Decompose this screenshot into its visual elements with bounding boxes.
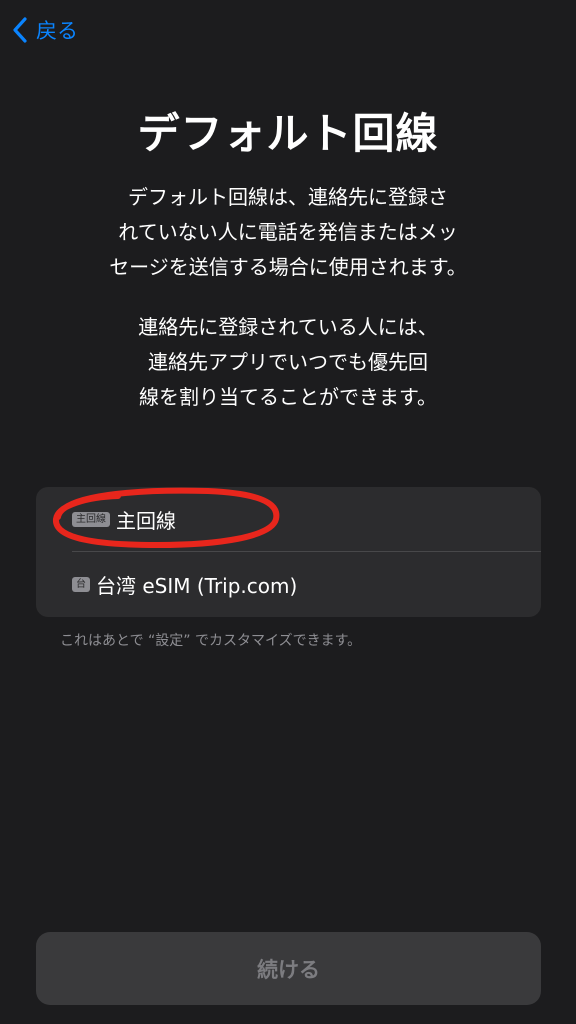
line-options-list: 主回線 主回線 台 台湾 eSIM (Trip.com): [36, 487, 541, 617]
sim-badge-icon: 主回線: [72, 512, 110, 527]
description-line: セージを送信する場合に使用されます。: [109, 255, 467, 279]
chevron-left-icon: [12, 16, 28, 44]
page-title: デフォルト回線: [137, 109, 439, 158]
description-line: れていない人に電話を発信またはメッ: [118, 220, 458, 244]
description-line: 線を割り当てることができます。: [139, 385, 437, 409]
sim-badge-icon: 台: [72, 577, 90, 592]
back-button[interactable]: 戻る: [12, 12, 78, 48]
line-option-primary[interactable]: 主回線 主回線: [36, 487, 541, 552]
line-option-label: 主回線: [116, 509, 176, 533]
description-paragraph-1: デフォルト回線は、連絡先に登録さ れていない人に電話を発信またはメッ セージを送…: [70, 180, 506, 285]
line-option-taiwan-esim[interactable]: 台 台湾 eSIM (Trip.com): [36, 552, 541, 617]
description-line: デフォルト回線は、連絡先に登録さ: [128, 185, 448, 209]
description-paragraph-2: 連絡先に登録されている人には、 連絡先アプリでいつでも優先回 線を割り当てること…: [70, 310, 506, 415]
line-option-label: 台湾 eSIM (Trip.com): [96, 574, 298, 598]
continue-button[interactable]: 続ける: [36, 932, 541, 1005]
footnote-text: これはあとで “設定” でカスタマイズできます。: [60, 633, 362, 649]
back-button-label: 戻る: [36, 19, 78, 43]
description-line: 連絡先に登録されている人には、: [138, 315, 438, 339]
description-line: 連絡先アプリでいつでも優先回: [148, 350, 428, 374]
continue-button-label: 続ける: [257, 957, 320, 982]
